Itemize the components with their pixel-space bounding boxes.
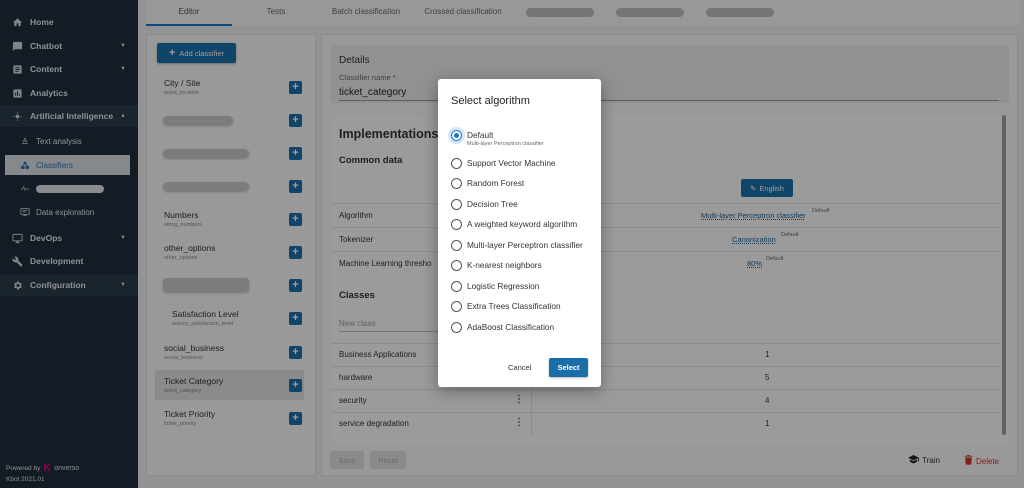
radio[interactable] bbox=[451, 301, 462, 312]
algorithm-option[interactable]: Support Vector Machine bbox=[451, 157, 596, 173]
option-label: Random Forest bbox=[467, 178, 525, 188]
algorithm-option-default[interactable]: Default Multi-layer Perceptron classifier bbox=[451, 129, 596, 151]
radio[interactable] bbox=[451, 158, 462, 169]
radio[interactable] bbox=[451, 178, 462, 189]
radio[interactable] bbox=[451, 199, 462, 210]
option-label: Multi-layer Perceptron classifier bbox=[467, 240, 583, 250]
radio[interactable] bbox=[451, 219, 462, 230]
select-algorithm-dialog: Select algorithm Default Multi-layer Perc… bbox=[438, 79, 601, 387]
radio[interactable] bbox=[451, 260, 462, 271]
algorithm-option[interactable]: A weighted keyword algorithm bbox=[451, 218, 596, 234]
option-label: Default bbox=[467, 130, 494, 140]
option-label: AdaBoost Classification bbox=[467, 322, 555, 332]
radio[interactable] bbox=[451, 322, 462, 333]
option-label: Extra Trees Classification bbox=[467, 301, 561, 311]
radio[interactable] bbox=[451, 281, 462, 292]
option-label: Logistic Regression bbox=[467, 281, 540, 291]
dialog-title: Select algorithm bbox=[451, 95, 530, 107]
algorithm-option[interactable]: Multi-layer Perceptron classifier bbox=[451, 239, 596, 255]
option-label: Decision Tree bbox=[467, 199, 518, 209]
algorithm-option[interactable]: Decision Tree bbox=[451, 198, 596, 214]
algorithm-option[interactable]: Random Forest bbox=[451, 177, 596, 193]
option-label: K-nearest neighbors bbox=[467, 260, 542, 270]
option-label: Support Vector Machine bbox=[467, 158, 556, 168]
select-button[interactable]: Select bbox=[549, 358, 588, 377]
radio[interactable] bbox=[451, 240, 462, 251]
cancel-button[interactable]: Cancel bbox=[508, 363, 531, 372]
algorithm-option[interactable]: Logistic Regression bbox=[451, 280, 596, 296]
option-sublabel: Multi-layer Perceptron classifier bbox=[467, 141, 544, 147]
algorithm-option[interactable]: K-nearest neighbors bbox=[451, 259, 596, 275]
radio-selected[interactable] bbox=[451, 130, 462, 141]
option-label: A weighted keyword algorithm bbox=[467, 219, 578, 229]
algorithm-option[interactable]: Extra Trees Classification bbox=[451, 300, 596, 316]
algorithm-option[interactable]: AdaBoost Classification bbox=[451, 321, 596, 337]
